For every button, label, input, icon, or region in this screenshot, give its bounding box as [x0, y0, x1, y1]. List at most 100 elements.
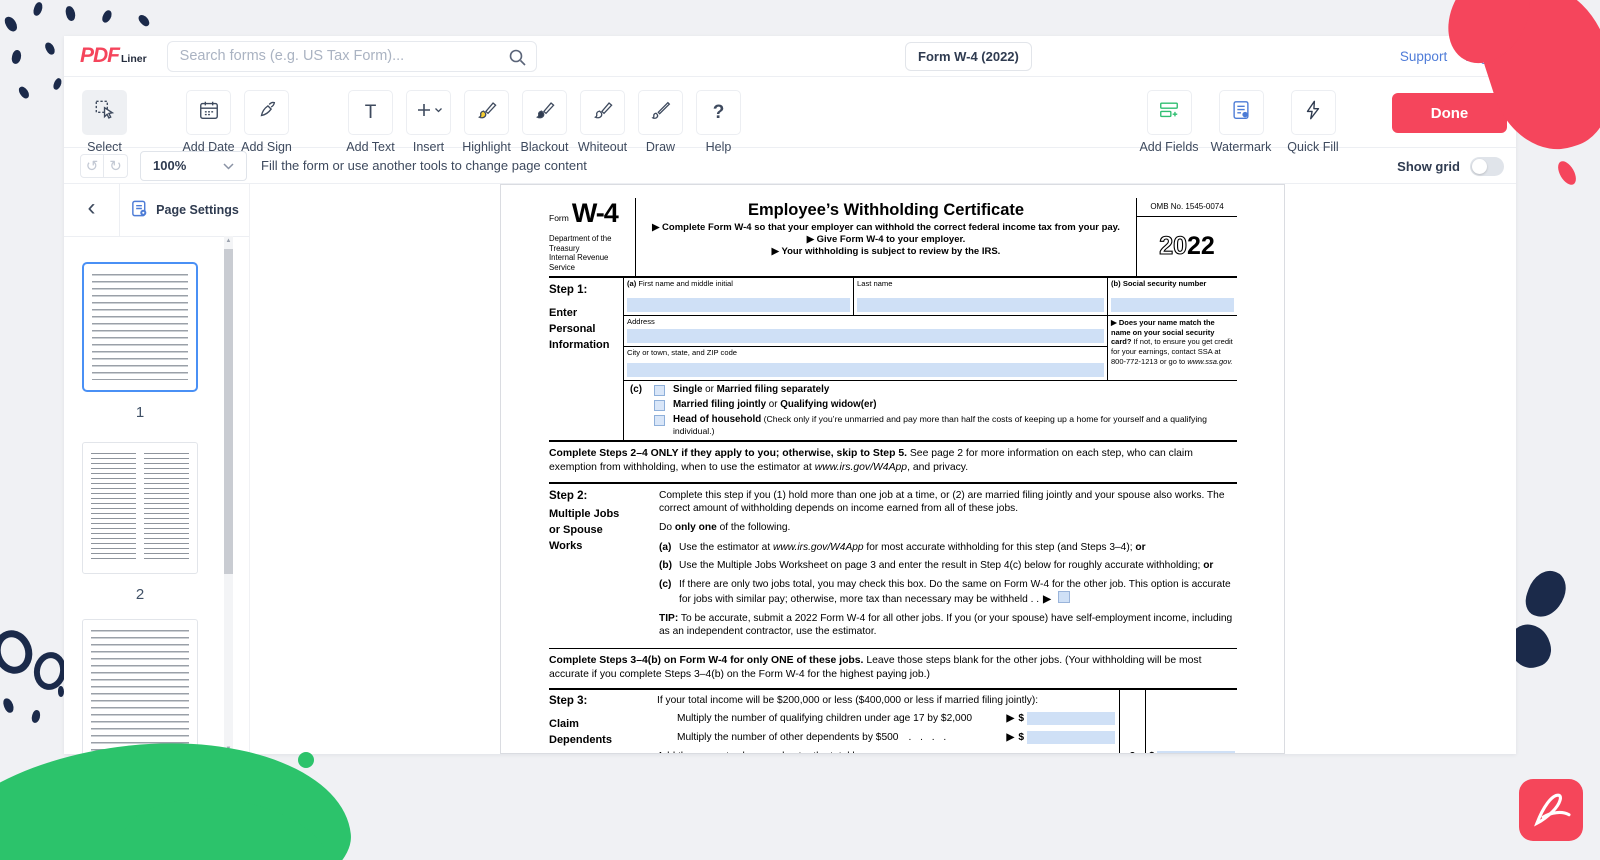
plus-chevron-icon	[414, 99, 444, 126]
form-checkbox-two-jobs[interactable]	[1058, 591, 1070, 603]
zoom-level-value: 100%	[153, 158, 186, 173]
search-icon[interactable]	[508, 48, 526, 71]
show-grid-toggle[interactable]	[1470, 157, 1504, 176]
form-checkbox-single[interactable]	[654, 385, 665, 396]
page-settings-button[interactable]: Page Settings	[120, 184, 249, 236]
draw-button[interactable]: Draw	[638, 90, 683, 154]
decoration-ink-dot	[30, 709, 41, 724]
thumbnail-preview	[91, 630, 189, 754]
decoration-ink-ring	[0, 625, 38, 679]
form-field-ssn[interactable]	[1111, 298, 1234, 312]
form-checkbox-head-of-household[interactable]	[654, 415, 665, 426]
form-field-city-state-zip[interactable]	[627, 363, 1104, 377]
main-toolbar: Select Add Date Add Sign	[64, 77, 1516, 148]
add-date-button[interactable]: Add Date	[186, 90, 231, 154]
sidebar-scrollbar[interactable]: ▲ ▼	[224, 236, 233, 754]
toolbar-hint-text: Fill the form or use another tools to ch…	[261, 158, 587, 173]
logo-pdf-text: PDF	[80, 44, 119, 68]
highlight-button[interactable]: Highlight	[464, 90, 509, 154]
page-thumbnail-3[interactable]	[82, 619, 198, 754]
step3-intro: If your total income will be $200,000 or…	[657, 694, 1115, 707]
document-title-badge: Form W-4 (2022)	[905, 42, 1032, 71]
steps-3-4b-note: Complete Steps 3–4(b) on Form W-4 for on…	[549, 649, 1237, 690]
form-field-first-name[interactable]	[627, 298, 850, 312]
decoration-red-blob	[1554, 158, 1579, 188]
agency-line-1: Department of the Treasury	[549, 234, 631, 253]
pdfliner-logo[interactable]: PDF Liner	[80, 44, 147, 68]
done-button[interactable]: Done	[1392, 93, 1507, 133]
form-field-last-name[interactable]	[857, 298, 1104, 312]
quick-fill-button[interactable]: Quick Fill	[1288, 90, 1338, 154]
add-fields-button[interactable]: Add Fields	[1144, 90, 1194, 154]
help-question-icon: ?	[713, 103, 725, 122]
select-tool-button[interactable]: Select	[82, 90, 127, 154]
draw-paintbrush-icon	[650, 99, 672, 126]
step2-paragraph-2: Do only one of the following.	[659, 521, 1237, 534]
step3-line-number: 3	[1119, 690, 1145, 754]
form-checkbox-married-jointly[interactable]	[654, 400, 665, 411]
redo-button[interactable]: ↻	[104, 154, 128, 178]
signature-pen-icon	[256, 99, 278, 126]
step2-option-b: (b) Use the Multiple Jobs Worksheet on p…	[659, 559, 1237, 572]
filing-status-hoh-row: Head of household (Check only if you’re …	[654, 414, 1237, 438]
add-text-button[interactable]: T Add Text	[348, 90, 393, 154]
step3-total-row: Add the amounts above and enter the tota…	[657, 750, 1115, 754]
search-form	[167, 41, 537, 72]
decoration-ink-dot	[32, 1, 44, 17]
decoration-navy-blob	[1521, 565, 1571, 622]
text-tool-icon: T	[365, 103, 377, 122]
decoration-green-dot	[298, 752, 314, 768]
add-sign-button[interactable]: Add Sign	[244, 90, 289, 154]
logo-liner-text: Liner	[121, 53, 147, 65]
highlight-brush-icon	[476, 99, 498, 126]
w4-form-page: Form W-4 Department of the Treasury Inte…	[500, 184, 1285, 754]
undo-button[interactable]: ↺	[80, 154, 104, 178]
whiteout-brush-icon	[592, 99, 614, 126]
sidebar-collapse-button[interactable]: ‹	[64, 184, 120, 236]
watermark-button[interactable]: Watermark	[1216, 90, 1266, 154]
filing-status-prefix: (c)	[624, 384, 654, 438]
filing-status-married-row: Married filing jointly or Qualifying wid…	[654, 399, 1237, 411]
thumbnail-preview	[91, 453, 189, 563]
step3-children-row: Multiply the number of qualifying childr…	[657, 712, 1115, 725]
thumbnail-preview	[92, 274, 188, 380]
chevron-left-icon: ‹	[88, 194, 96, 222]
form-year: 2022	[1137, 217, 1237, 276]
search-input[interactable]	[168, 48, 536, 64]
form-bullet-2: ▶ Give Form W-4 to your employer.	[644, 234, 1128, 246]
decoration-ink-dot	[2, 697, 16, 714]
decoration-ink-dot	[3, 15, 20, 34]
step2-option-c: (c) If there are only two jobs total, yo…	[659, 578, 1237, 607]
add-fields-icon	[1158, 99, 1180, 126]
support-link[interactable]: Support	[1400, 49, 1447, 64]
form-number: W-4	[572, 200, 618, 227]
insert-button[interactable]: Insert	[406, 90, 451, 154]
page-thumbnail-1[interactable]	[82, 262, 198, 392]
app-header: PDF Liner Form W-4 (2022) Support Log in	[64, 36, 1516, 77]
step2-label: Step 2:	[549, 489, 659, 504]
form-field-step3-total[interactable]	[1157, 751, 1235, 754]
toggle-knob	[1472, 159, 1487, 174]
whiteout-button[interactable]: Whiteout	[580, 90, 625, 154]
form-field-qualifying-children-amount[interactable]	[1027, 712, 1115, 725]
page-thumbnail-2[interactable]	[82, 442, 198, 574]
form-field-address[interactable]	[627, 329, 1104, 343]
step3-dollar-sign: $	[1149, 750, 1155, 754]
undo-icon: ↺	[86, 157, 99, 175]
blackout-button[interactable]: Blackout	[522, 90, 567, 154]
step2-name: Multiple Jobs or Spouse Works	[549, 507, 659, 555]
scroll-up-arrow[interactable]: ▲	[224, 238, 233, 244]
watermark-document-icon	[1230, 99, 1252, 126]
step2-option-a: (a) Use the estimator at www.irs.gov/W4A…	[659, 541, 1237, 554]
form-field-other-dependents-amount[interactable]	[1027, 731, 1115, 744]
decoration-ink-dot	[17, 85, 31, 100]
zoom-level-select[interactable]: 100%	[140, 151, 247, 181]
chevron-down-icon	[223, 158, 234, 173]
scrollbar-thumb[interactable]	[224, 249, 233, 574]
app-panel: PDF Liner Form W-4 (2022) Support Log in	[64, 36, 1516, 754]
page-thumbnails: 1 2 ▲ ▼	[64, 236, 249, 754]
form-word: Form	[549, 213, 569, 227]
ssa-note: ▶ Does your name match the name on your …	[1108, 316, 1237, 367]
help-button[interactable]: ? Help	[696, 90, 741, 154]
page-number-2: 2	[82, 586, 198, 603]
